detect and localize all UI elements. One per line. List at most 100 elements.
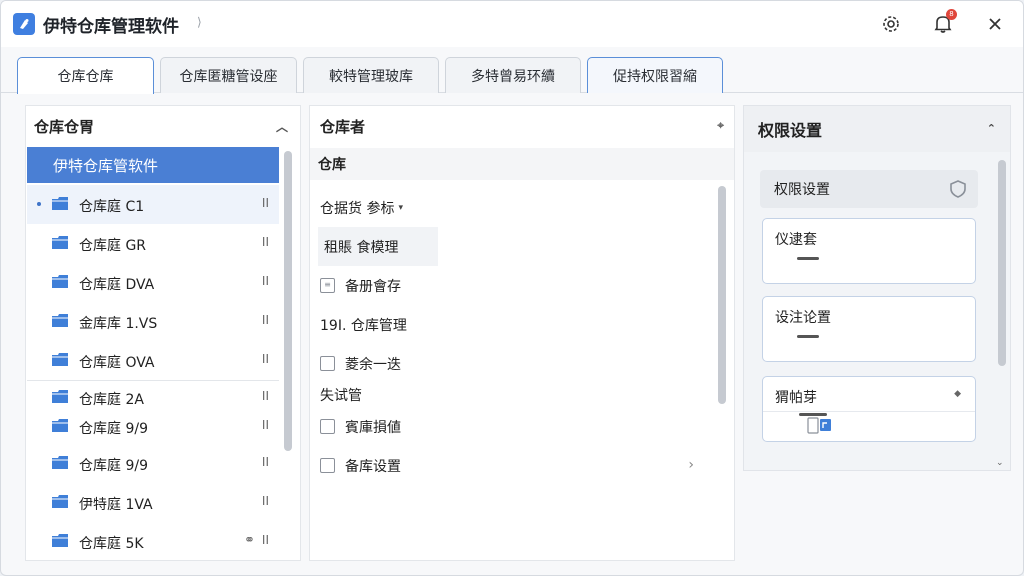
- shield-icon: [950, 180, 966, 198]
- checkbox[interactable]: [320, 419, 335, 434]
- mid-panel-title: 仓库者: [320, 117, 366, 136]
- chevron-right-icon[interactable]: ›: [688, 457, 694, 473]
- right-panel-header: 权限设置 ⌃: [744, 106, 1010, 152]
- permission-row-label: 权限设置: [774, 182, 830, 198]
- list-item[interactable]: 19І. 仓库管理: [320, 305, 700, 344]
- list-item[interactable]: 备库设置 ›: [320, 446, 700, 485]
- folder-icon: [52, 534, 68, 547]
- tree-item-tail: ІІ: [261, 352, 269, 366]
- tree-item-label: 仓库庭 DVA: [79, 277, 155, 293]
- tree-item-label: 仓库庭 C1: [79, 199, 145, 215]
- left-panel-header: 仓库仓胃 ︿: [26, 106, 300, 146]
- permission-card[interactable]: 设注论置: [762, 296, 976, 362]
- folder-icon: [52, 236, 68, 249]
- list-item-label: 备库设置: [345, 458, 401, 475]
- permissions-panel: 权限设置 ⌃ 权限设置 仪逮套 设注论置 猬帕芽 ◆ ⌄: [743, 105, 1011, 471]
- tree-item[interactable]: 仓库庭 C1 ІІ: [27, 185, 279, 224]
- settings-button[interactable]: [878, 11, 904, 37]
- dropdown-filter[interactable]: 仓据货 参标 ▾: [320, 188, 700, 227]
- title-chevron-icon[interactable]: ⟩: [197, 15, 202, 29]
- list-item-label: 菱余一迭: [345, 356, 401, 373]
- card-label: 仪逮套: [775, 232, 817, 248]
- tree-item[interactable]: 仓库庭 2A ІІ: [27, 380, 279, 412]
- checkbox[interactable]: [320, 356, 335, 371]
- list-item[interactable]: 賓庫損値: [320, 407, 700, 446]
- toggle-icon[interactable]: [807, 417, 833, 434]
- tab-3[interactable]: 較特管理玻库: [303, 57, 439, 93]
- notifications-button[interactable]: 8: [930, 9, 957, 37]
- tree-item[interactable]: 金库库 1.VS ІІ: [27, 302, 279, 341]
- list-item[interactable]: 失试管: [320, 383, 700, 407]
- list-item-label: 租賬 食模理: [324, 239, 399, 256]
- list-item[interactable]: 租賬 食模理: [318, 227, 438, 266]
- tree-item[interactable]: 仓库庭 GR ІІ: [27, 224, 279, 263]
- right-scrollbar[interactable]: [998, 160, 1006, 366]
- tree-item[interactable]: 仓库庭 9/9 ІІ: [27, 412, 279, 444]
- tab-1[interactable]: 仓库仓库: [17, 57, 154, 94]
- diamond-icon: ◆: [954, 389, 961, 399]
- list-item[interactable]: ≡ 备册會存: [320, 266, 700, 305]
- close-button[interactable]: [982, 11, 1008, 37]
- tree-item[interactable]: 仓库庭 5K ⚭ ІІ: [27, 522, 279, 561]
- mid-scrollbar[interactable]: [718, 186, 726, 404]
- document-icon: ≡: [320, 278, 335, 293]
- caret-down-icon: ▾: [398, 202, 403, 213]
- tree-item[interactable]: 仓库庭 DVA ІІ: [27, 263, 279, 302]
- tree-list: 仓库庭 C1 ІІ 仓库庭 GR ІІ 仓库庭 DVA ІІ 金库库 1.VS …: [27, 185, 279, 561]
- mid-panel-header: 仓库者 ⌖: [310, 106, 734, 146]
- scroll-down-icon[interactable]: ⌄: [996, 458, 1004, 468]
- tree-item-label: 仓库庭 2A: [79, 392, 144, 408]
- list-item[interactable]: 菱余一迭: [320, 344, 700, 383]
- folder-icon: [52, 197, 68, 210]
- bullet-icon: [37, 202, 41, 206]
- tree-item-label: 仓库庭 5K: [79, 536, 144, 552]
- tree-item-label: 仓库庭 9/9: [79, 421, 148, 437]
- warehouse-tree-panel: 仓库仓胃 ︿ 伊特仓库管软件 仓库庭 C1 ІІ 仓库庭 GR ІІ 仓库庭 D…: [25, 105, 301, 561]
- tree-item-label: 仓库庭 9/9: [79, 458, 148, 474]
- list-item-label: 备册會存: [345, 278, 401, 295]
- folder-icon: [52, 314, 68, 327]
- mid-list: 仓据货 参标 ▾ 租賬 食模理 ≡ 备册會存 19І. 仓库管理 菱余一迭 失试…: [318, 188, 700, 485]
- permission-card[interactable]: 仪逮套: [762, 218, 976, 284]
- tree-item[interactable]: 仓库庭 OVA ІІ: [27, 341, 279, 380]
- list-item-label: 賓庫損値: [345, 419, 401, 436]
- left-scrollbar[interactable]: [284, 151, 292, 451]
- tree-item[interactable]: 仓库庭 9/9 ІІ: [27, 444, 279, 483]
- right-panel-title: 权限设置: [758, 121, 823, 140]
- card-divider: [763, 411, 975, 412]
- folder-icon: [52, 275, 68, 288]
- permission-card[interactable]: 猬帕芽 ◆: [762, 376, 976, 442]
- folder-icon: [52, 495, 68, 508]
- tab-5[interactable]: 促持权限習縮: [587, 57, 723, 93]
- tree-item-label: 仓库庭 GR: [79, 238, 147, 254]
- notification-badge: 8: [946, 9, 957, 20]
- tree-item-label: 仓库庭 OVA: [79, 355, 155, 371]
- card-value-line: [797, 257, 819, 260]
- mid-subheader: 仓库: [310, 148, 734, 180]
- app-title: 伊特仓库管理软件: [43, 17, 179, 37]
- chevron-up-icon[interactable]: ︿: [276, 118, 288, 135]
- card-value-line: [797, 335, 819, 338]
- tab-2[interactable]: 仓库匿糖管设座: [160, 57, 297, 93]
- collapse-icon[interactable]: ⌃: [987, 122, 996, 135]
- list-item-label: 失试管: [320, 388, 362, 404]
- link-icon[interactable]: ⚭: [244, 533, 255, 548]
- tree-item-tail: ІІ: [261, 455, 269, 469]
- close-icon: [989, 18, 1001, 30]
- folder-icon: [52, 353, 68, 366]
- left-panel-title: 仓库仓胃: [34, 117, 95, 136]
- tree-item-tail: ІІ: [261, 389, 269, 403]
- tree-item[interactable]: 伊特庭 1VA ІІ: [27, 483, 279, 522]
- checkbox[interactable]: [320, 458, 335, 473]
- tree-item-tail: ІІ: [261, 274, 269, 288]
- tree-item-tail: ІІ: [261, 494, 269, 508]
- tab-4[interactable]: 多特曾易环續: [445, 57, 581, 93]
- tree-item-tail: ІІ: [261, 418, 269, 432]
- permission-settings-row[interactable]: 权限设置: [760, 170, 978, 208]
- tree-item-label: 伊特庭 1VA: [79, 497, 153, 513]
- pin-icon[interactable]: ⌖: [717, 118, 724, 133]
- title-bar: 伊特仓库管理软件 ⟩ 8: [1, 1, 1023, 47]
- tree-item-tail: ІІ: [261, 313, 269, 327]
- tree-item-selected[interactable]: 伊特仓库管软件: [27, 147, 279, 183]
- folder-icon: [52, 456, 68, 469]
